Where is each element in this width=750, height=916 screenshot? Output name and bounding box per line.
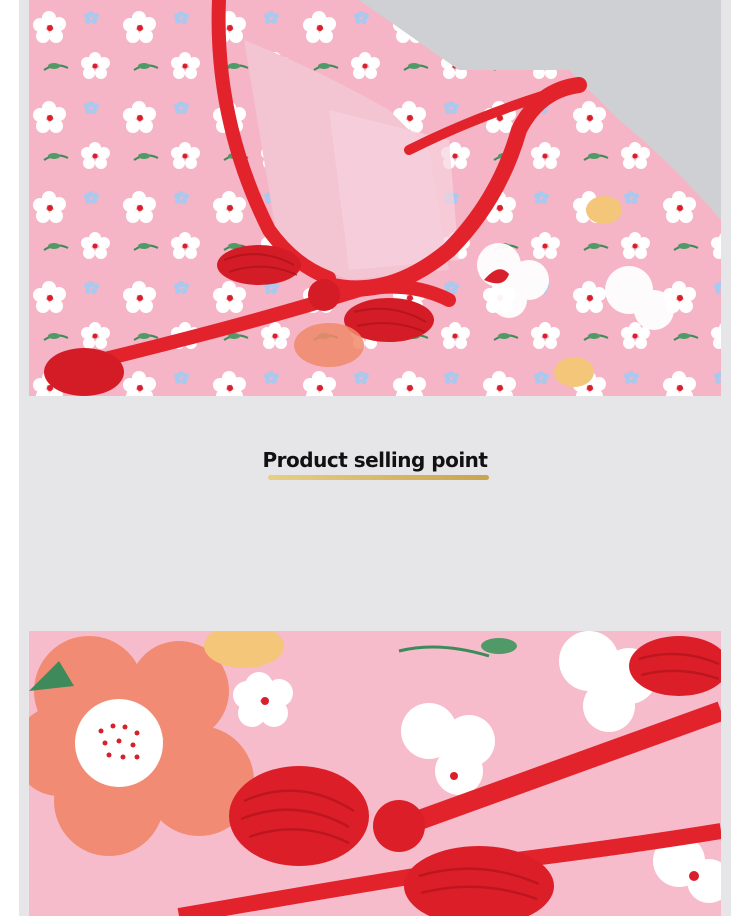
collar-closeup-photo: [29, 0, 721, 396]
section-title-text: Product selling point: [262, 448, 488, 472]
frog-button-closeup-photo: [29, 631, 721, 916]
frog-button-closeup-image: [29, 631, 721, 916]
collar-closeup-image: [29, 0, 721, 396]
title-underline: [268, 475, 489, 480]
section-heading: Product selling point: [0, 448, 750, 472]
